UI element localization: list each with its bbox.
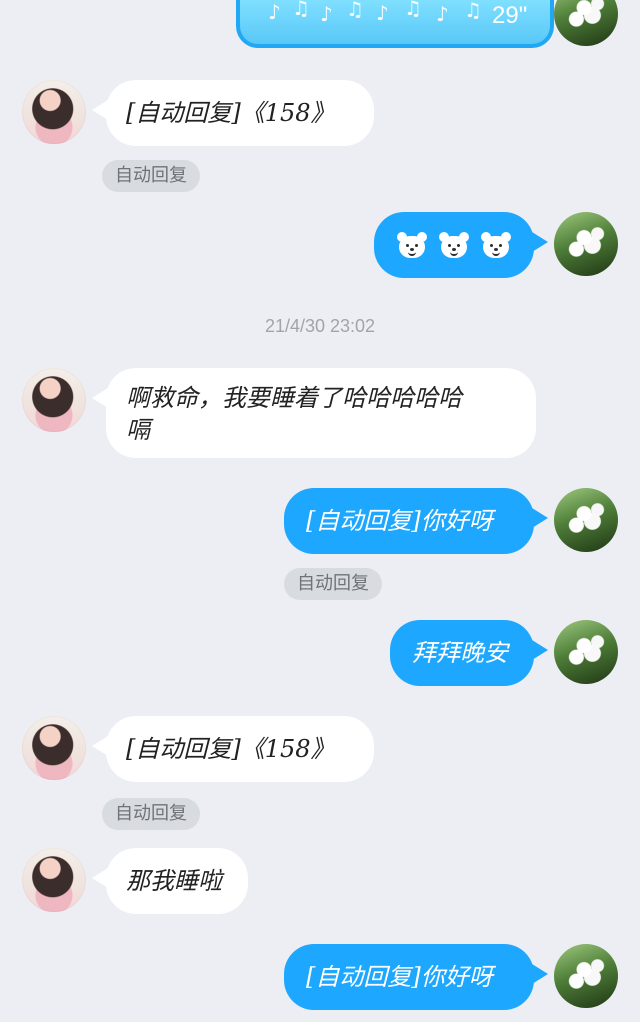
voice-wave-icon: ♫	[464, 0, 482, 22]
voice-wave-icon: ♪	[320, 2, 333, 26]
message-text: 拜拜晚安	[412, 639, 508, 667]
message-bubble-right[interactable]: [自动回复]你好呀	[284, 944, 548, 1010]
message-bubble-left[interactable]: 那我睡啦	[92, 848, 248, 914]
message-bubble-left[interactable]: 啊救命，我要睡着了哈哈哈哈哈 嗝	[92, 368, 536, 458]
message-text: [自动回复]《158》	[126, 99, 335, 127]
message-text: [自动回复]你好呀	[306, 507, 493, 535]
voice-wave-icon: ♫	[292, 0, 310, 20]
avatar-self[interactable]	[554, 0, 618, 46]
avatar-self[interactable]	[554, 488, 618, 552]
bear-emoji-icon	[396, 232, 428, 260]
auto-reply-label: 自动回复	[284, 568, 382, 600]
voice-wave-icon: ♪	[436, 2, 449, 26]
message-bubble-left[interactable]: [自动回复]《158》	[92, 716, 374, 782]
avatar-contact[interactable]	[22, 80, 86, 144]
message-text: [自动回复]你好呀	[306, 963, 493, 991]
message-bubble-left[interactable]: [自动回复]《158》	[92, 80, 374, 146]
message-bubble-right[interactable]: 拜拜晚安	[390, 620, 548, 686]
avatar-self[interactable]	[554, 212, 618, 276]
message-text: [自动回复]《158》	[126, 735, 335, 763]
message-text: 那我睡啦	[126, 867, 222, 895]
voice-wave-icon: ♪	[268, 0, 281, 24]
avatar-contact[interactable]	[22, 716, 86, 780]
voice-wave-icon: ♪	[376, 1, 389, 25]
message-timestamp: 21/4/30 23:02	[264, 316, 376, 336]
auto-reply-label: 自动回复	[102, 160, 200, 192]
avatar-self[interactable]	[554, 944, 618, 1008]
bear-emoji-icon	[438, 232, 470, 260]
voice-wave-icon: ♫	[404, 0, 422, 20]
avatar-contact[interactable]	[22, 368, 86, 432]
avatar-contact[interactable]	[22, 848, 86, 912]
voice-duration: 29"	[492, 2, 528, 29]
message-bubble-right[interactable]: [自动回复]你好呀	[284, 488, 548, 554]
message-text-line-2: 嗝	[126, 416, 150, 444]
avatar-self[interactable]	[554, 620, 618, 684]
message-text-line-1: 啊救命，我要睡着了哈哈哈哈哈	[126, 384, 462, 412]
auto-reply-label: 自动回复	[102, 798, 200, 830]
bear-emoji-icon	[480, 232, 512, 260]
voice-message-bubble[interactable]: ♪ ♫ ♪ ♫ ♪ ♫ ♪ ♫ 29"	[236, 0, 554, 48]
voice-wave-icon: ♫	[346, 0, 364, 21]
emoji-bubble-right[interactable]	[374, 212, 548, 278]
